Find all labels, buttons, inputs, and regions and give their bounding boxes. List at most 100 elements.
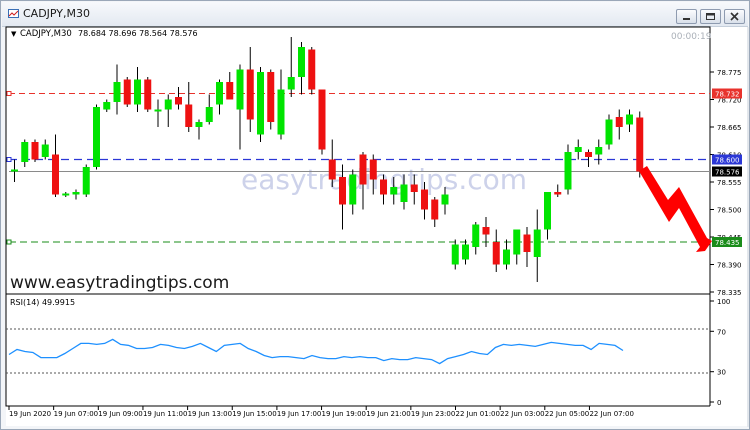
candle-body[interactable] — [369, 159, 377, 180]
candle-body[interactable] — [216, 82, 223, 105]
candle-body[interactable] — [523, 234, 531, 253]
candle-body[interactable] — [236, 69, 244, 110]
time-label: 22 Jun 07:00 — [589, 410, 633, 418]
candle-body[interactable] — [72, 192, 80, 195]
candle-body[interactable] — [62, 193, 70, 196]
time-label: 19 Jun 21:00 — [366, 410, 410, 418]
time-label: 22 Jun 01:00 — [456, 410, 500, 418]
rsi-scale-label: 30 — [717, 369, 726, 377]
candle-body[interactable] — [21, 142, 29, 162]
candle-body[interactable] — [554, 192, 562, 195]
time-label: 19 Jun 07:00 — [54, 410, 98, 418]
candle-body[interactable] — [626, 114, 633, 125]
price-axis[interactable] — [710, 27, 747, 406]
candle-body[interactable] — [380, 179, 387, 195]
candle-body[interactable] — [636, 117, 644, 172]
candle-body[interactable] — [41, 144, 49, 158]
price-label: 78.390 — [717, 262, 742, 270]
candle-body[interactable] — [595, 147, 603, 155]
candle-body[interactable] — [246, 69, 254, 120]
time-label: 19 Jun 17:00 — [277, 410, 321, 418]
candle-body[interactable] — [298, 47, 305, 77]
candle-body[interactable] — [93, 107, 100, 167]
candle-body[interactable] — [359, 154, 367, 185]
time-label: 19 Jun 09:00 — [98, 410, 142, 418]
candle-body[interactable] — [123, 79, 131, 105]
price-label: 78.665 — [717, 124, 742, 132]
rsi-label: RSI(14) 49.9915 — [10, 298, 75, 307]
candle-body[interactable] — [113, 82, 121, 102]
candle-body[interactable] — [103, 102, 111, 110]
candle-body[interactable] — [605, 119, 613, 145]
candle-body[interactable] — [564, 152, 572, 190]
candle-body[interactable] — [585, 152, 592, 157]
candle-body[interactable] — [52, 154, 59, 195]
candle-body[interactable] — [154, 109, 162, 112]
candle-body[interactable] — [318, 89, 326, 150]
candle-body[interactable] — [615, 117, 623, 127]
candle-body[interactable] — [287, 77, 295, 90]
candle-body[interactable] — [339, 177, 346, 205]
chart-window: CADJPY,M30 ▼ CADJPY,M30 78.684 78.696 78… — [0, 0, 750, 430]
candle-body[interactable] — [390, 187, 398, 195]
price-tag-text: 78.600 — [715, 157, 740, 165]
time-label: 19 Jun 13:00 — [188, 410, 232, 418]
rsi-scale-label: 0 — [717, 399, 721, 407]
rsi-pane[interactable] — [5, 293, 711, 407]
candle-body[interactable] — [421, 189, 428, 210]
candle-body[interactable] — [328, 159, 336, 180]
candle-body[interactable] — [82, 167, 90, 195]
price-label: 78.335 — [717, 289, 742, 297]
symbol-label: CADJPY,M30 — [20, 29, 72, 39]
candle-body[interactable] — [472, 224, 480, 248]
candle-body[interactable] — [11, 169, 18, 172]
candle-body[interactable] — [544, 192, 551, 230]
price-label: 78.500 — [717, 207, 742, 215]
main-chart-pane[interactable] — [5, 26, 711, 295]
candle-body[interactable] — [164, 99, 172, 110]
candle-body[interactable] — [410, 184, 418, 193]
watermark-footer: www.easytradingtips.com — [10, 273, 229, 293]
candle-body[interactable] — [441, 194, 449, 205]
candle-body[interactable] — [349, 174, 357, 205]
time-label: 22 Jun 03:00 — [500, 410, 544, 418]
candle-body[interactable] — [451, 244, 459, 265]
candle-body[interactable] — [144, 79, 152, 110]
candle-body[interactable] — [492, 242, 500, 265]
level-anchor[interactable] — [6, 91, 12, 96]
candle-body[interactable] — [226, 82, 234, 100]
candle-body[interactable] — [431, 199, 439, 220]
level-anchor[interactable] — [6, 239, 12, 245]
candle-body[interactable] — [308, 49, 316, 90]
time-label: 19 Jun 15:00 — [232, 410, 276, 418]
candle-body[interactable] — [400, 184, 408, 203]
candle-body[interactable] — [482, 227, 490, 235]
candle-body[interactable] — [574, 147, 582, 152]
bar-timer: 00:00:19 — [671, 32, 712, 42]
candle-body[interactable] — [277, 89, 285, 135]
price-tag-text: 78.732 — [715, 91, 740, 99]
candle-body[interactable] — [134, 79, 141, 105]
candle-body[interactable] — [175, 97, 182, 105]
level-anchor[interactable] — [6, 157, 12, 162]
time-label: 19 Jun 23:00 — [411, 410, 455, 418]
candle-body[interactable] — [257, 72, 264, 135]
time-label: 19 Jun 2020 — [9, 410, 51, 418]
candle-body[interactable] — [513, 229, 521, 255]
candle-body[interactable] — [185, 104, 193, 128]
price-tag-text: 78.435 — [715, 239, 740, 247]
time-label: 22 Jun 05:00 — [545, 410, 589, 418]
candle-body[interactable] — [267, 72, 275, 122]
time-label: 19 Jun 19:00 — [322, 410, 366, 418]
time-label: 19 Jun 11:00 — [143, 410, 187, 418]
chart-menu-arrow[interactable]: ▼ — [11, 30, 17, 38]
candle-body[interactable] — [462, 244, 469, 260]
candle-body[interactable] — [195, 122, 203, 127]
candle-body[interactable] — [205, 107, 213, 122]
candle-body[interactable] — [533, 229, 541, 258]
candle-body[interactable] — [503, 249, 510, 265]
candle-body[interactable] — [31, 142, 39, 160]
chart-canvas[interactable]: ▼ CADJPY,M30 78.684 78.696 78.564 78.576… — [1, 1, 749, 429]
ohlc-readout: 78.684 78.696 78.564 78.576 — [78, 29, 198, 38]
price-label: 78.775 — [717, 69, 742, 77]
